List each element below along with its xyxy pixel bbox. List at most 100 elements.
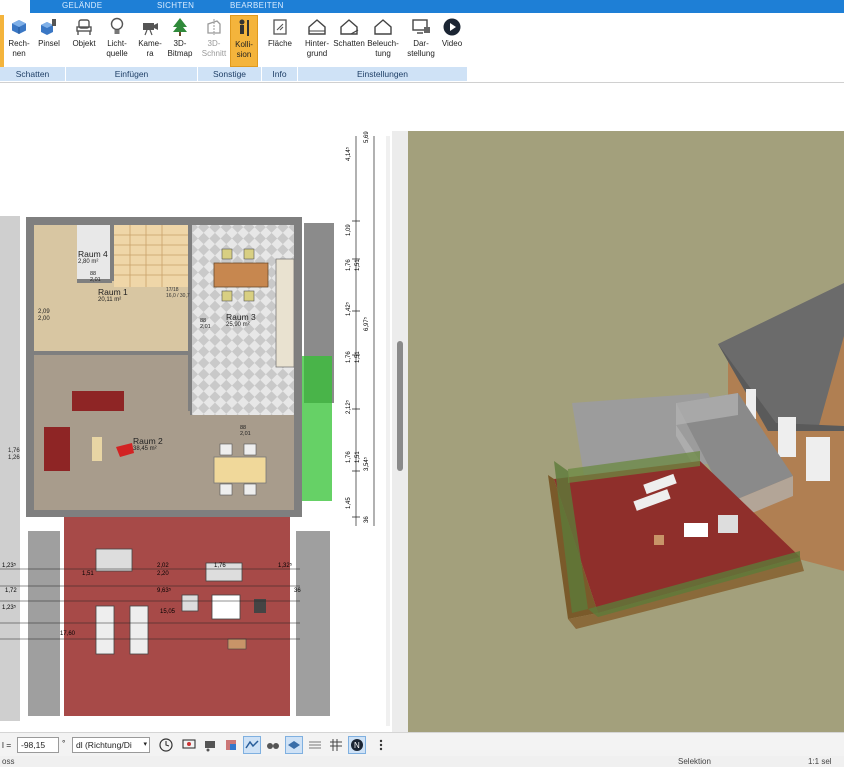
person-view-icon[interactable] (201, 736, 219, 754)
status-scale: 1:1 sel (808, 757, 832, 766)
clock-icon[interactable] (157, 736, 175, 754)
group-sonstige: Sonstige (198, 67, 262, 81)
grid-icon[interactable] (327, 736, 345, 754)
table-3d (684, 523, 708, 537)
dim-bottom-8: 36 (294, 588, 301, 594)
paint-view-icon[interactable] (222, 736, 240, 754)
lightbulb-icon (106, 15, 128, 39)
direction-select[interactable]: dl (Richtung/Di ▾ (72, 737, 150, 753)
stool-3d (654, 535, 664, 545)
play-icon (441, 15, 463, 39)
angle-label: l = (2, 740, 12, 750)
app-window: GELÄNDE SICHTEN BEARBEITEN Rech- nen Pin… (0, 0, 844, 767)
hintergrund-button[interactable]: Hinter- grund (300, 15, 334, 67)
status-left: oss (2, 757, 15, 766)
dim-bottom-0: 1,23⁵ (2, 563, 17, 569)
patio-bench (95, 548, 133, 572)
room-1-label: Raum 1 20,11 m² (98, 287, 128, 303)
beleuchtung-button[interactable]: Beleuch- tung (366, 15, 400, 67)
angle-input[interactable]: -98,15 (17, 737, 59, 753)
dim-bottom-11: 15,05 (160, 609, 176, 615)
dim-right-14: 36 (364, 516, 370, 523)
darstellung-button[interactable]: Dar- stellung (404, 15, 438, 67)
status-bar: oss Selektion 1:1 sel (0, 756, 844, 767)
dim-bottom-4: 1,51 (82, 571, 94, 577)
dim-right-3: 1,76 (346, 259, 352, 271)
dim-bottom-3: 1,32⁵ (278, 563, 293, 569)
ribbon: Rech- nen Pinsel Objekt Licht- quelle Ka… (0, 13, 844, 83)
plan-scroll-track (386, 136, 390, 726)
lichtquelle-button[interactable]: Licht- quelle (101, 15, 133, 67)
room-2-label: Raum 2 38,45 m² (133, 436, 163, 452)
rechnen-button[interactable]: Rech- nen (5, 15, 33, 67)
tab-gelaende[interactable]: GELÄNDE (62, 1, 102, 10)
pinsel-button[interactable]: Pinsel (35, 15, 63, 67)
ribbon-active-edge (0, 15, 4, 67)
hedge-right (296, 531, 330, 716)
dim-bottom-9: 1,23⁵ (2, 605, 17, 611)
ribbon-tab-strip: GELÄNDE SICHTEN BEARBEITEN (0, 0, 844, 13)
dim-right-0: 5,69 (364, 131, 370, 143)
more-options-icon[interactable] (372, 736, 390, 754)
window-2 (778, 417, 796, 457)
dining-table (213, 262, 269, 288)
dim-bottom-5: 2,20 (157, 571, 169, 577)
view-splitter[interactable] (392, 131, 408, 732)
door-label-2: 2,00 (38, 316, 50, 322)
area-info-icon (269, 15, 291, 39)
status-mode: Selektion (678, 757, 711, 766)
video-button[interactable]: Video (438, 15, 466, 67)
splitter-grip[interactable] (397, 341, 403, 471)
kamera-button[interactable]: Kame- ra (135, 15, 165, 67)
group-schatten: Schatten (0, 67, 66, 81)
monitor-icon (410, 15, 432, 39)
room-4-label: Raum 4 2,80 m² (78, 249, 108, 265)
patio-stool (227, 638, 247, 650)
floor-plan-view[interactable]: Raum 4 2,80 m² Raum 1 20,11 m² Raum 3 25… (0, 131, 392, 732)
group-einstellungen: Einstellungen (298, 67, 468, 81)
floor-layer-icon[interactable] (285, 736, 303, 754)
ribbon-tab-bar (30, 0, 844, 13)
window-label-1: 1,76 (8, 448, 20, 454)
dim-right-7: 1,76 (346, 351, 352, 363)
kollision-button[interactable]: Kolli- sion (230, 15, 258, 67)
floor-plan-drawing (0, 136, 390, 726)
stair-label: 17/18 16,0 / 30,7 (166, 287, 190, 299)
walk-mode-icon[interactable] (243, 736, 261, 754)
person-collision-icon (233, 16, 255, 40)
cube-icon (8, 15, 30, 39)
hedge-left (28, 531, 60, 716)
dim-right-4: 1,51 (355, 259, 361, 271)
bitmap3d-button[interactable]: 3D- Bitmap (166, 15, 194, 67)
dim-right-2: 1,09 (346, 224, 352, 236)
house-background-icon (306, 15, 328, 39)
binoculars-icon[interactable] (264, 736, 282, 754)
chair-icon (73, 15, 95, 39)
group-info: Info (262, 67, 298, 81)
dim-right-11: 1,76 (346, 451, 352, 463)
patio-table (211, 594, 241, 620)
objekt-button[interactable]: Objekt (68, 15, 100, 67)
north-arrow-icon[interactable]: N (348, 736, 366, 754)
dim-right-13: 1,45 (346, 497, 352, 509)
monitor-view-icon[interactable] (180, 736, 198, 754)
chair-3d (718, 515, 738, 533)
dim-right-1: 4,14⁵ (346, 146, 352, 161)
dim-right-8: 1,51 (355, 351, 361, 363)
section-cut-icon (203, 15, 225, 39)
tab-bearbeiten[interactable]: BEARBEITEN (230, 1, 284, 10)
dining-table-2 (213, 456, 267, 484)
3d-view[interactable] (408, 131, 844, 732)
dim-bottom-1: 2,02 (157, 563, 169, 569)
3d-scene (408, 131, 844, 732)
dim-bottom-2: 1,76 (214, 563, 226, 569)
patio-chair (181, 594, 199, 612)
flaeche-button[interactable]: Fläche (264, 15, 296, 67)
bottom-toolbar: l = -98,15 ° dl (Richtung/Di ▾ N (0, 732, 844, 756)
tab-sichten[interactable]: SICHTEN (157, 1, 194, 10)
door-label-8: 2,01 (240, 431, 251, 437)
schnitt3d-button[interactable]: 3D- Schnitt (200, 15, 228, 67)
schatten-button[interactable]: Schatten (332, 15, 366, 67)
lounger-1 (95, 605, 115, 655)
texture-layer-icon[interactable] (306, 736, 324, 754)
